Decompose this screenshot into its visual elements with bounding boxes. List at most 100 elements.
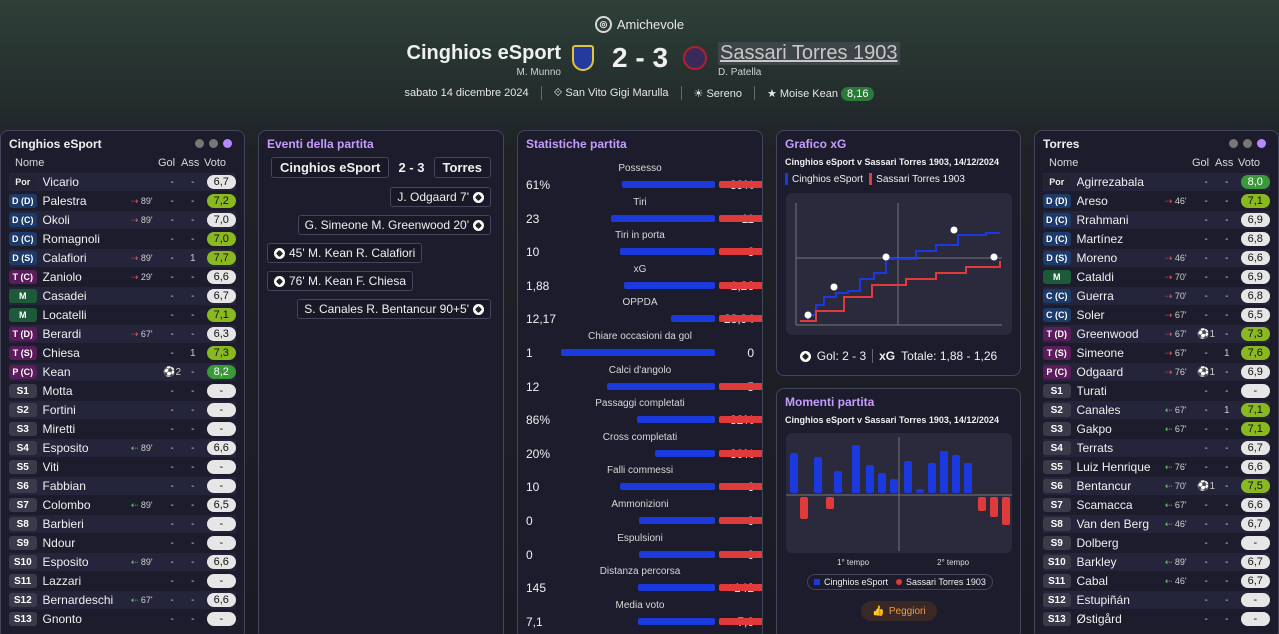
player-row[interactable]: T (S) Chiesa - 1 7,3 [9, 344, 236, 362]
player-row[interactable]: S13 Gnonto - - - [9, 610, 236, 628]
player-name[interactable]: Zaniolo [43, 270, 131, 284]
player-row[interactable]: D (C) Okoli ⇢ 89' - -7,0 [9, 211, 236, 229]
home-manager[interactable]: M. Munno [517, 67, 561, 78]
player-row[interactable]: M Cataldi ⇢ 70' - -6,9 [1043, 268, 1270, 286]
player-row[interactable]: D (D) Palestra ⇢ 89' - -7,2 [9, 192, 236, 210]
player-name[interactable]: Locatelli [43, 308, 131, 322]
player-row[interactable]: S1 Turati - - - [1043, 382, 1270, 400]
player-name[interactable]: Colombo [43, 498, 131, 512]
player-name[interactable]: Cabal [1077, 574, 1165, 588]
player-name[interactable]: Moreno [1077, 251, 1165, 265]
page-dot-active[interactable] [1257, 139, 1266, 148]
player-row[interactable]: C (C) Guerra ⇢ 70' - -6,8 [1043, 287, 1270, 305]
player-name[interactable]: Lazzari [43, 574, 131, 588]
player-name[interactable]: Guerra [1077, 289, 1165, 303]
peggiori-button[interactable]: 👍 Peggiori [861, 601, 937, 621]
player-row[interactable]: S13 Østigård - - - [1043, 610, 1270, 628]
player-name[interactable]: Esposito [43, 441, 131, 455]
player-row[interactable]: D (S) Moreno ⇢ 46' - -6,6 [1043, 249, 1270, 267]
home-team-name[interactable]: Cinghios eSport [407, 42, 561, 65]
player-row[interactable]: S8 Barbieri - - - [9, 515, 236, 533]
player-row[interactable]: D (C) Martínez - -6,8 [1043, 230, 1270, 248]
player-row[interactable]: S9 Ndour - - - [9, 534, 236, 552]
player-row[interactable]: S4 Terrats - -6,7 [1043, 439, 1270, 457]
player-name[interactable]: Cataldi [1077, 270, 1165, 284]
player-name[interactable]: Romagnoli [43, 232, 131, 246]
player-name[interactable]: Canales [1077, 403, 1165, 417]
player-row[interactable]: S12 Bernardeschi ⇠ 67' - -6,6 [9, 591, 236, 609]
player-row[interactable]: S10 Esposito ⇠ 89' - -6,6 [9, 553, 236, 571]
player-name[interactable]: Scamacca [1077, 498, 1165, 512]
player-name[interactable]: Gnonto [43, 612, 131, 626]
player-row[interactable]: D (S) Calafiori ⇢ 89' -1 7,7 [9, 249, 236, 267]
player-name[interactable]: Bernardeschi [43, 593, 131, 607]
player-name[interactable]: Ndour [43, 536, 131, 550]
player-name[interactable]: Greenwood [1077, 327, 1165, 341]
player-name[interactable]: Simeone [1077, 346, 1165, 360]
away-manager[interactable]: D. Patella [718, 67, 761, 78]
col-ass[interactable]: Ass [181, 157, 199, 169]
player-name[interactable]: Fortini [43, 403, 131, 417]
player-name[interactable]: Viti [43, 460, 131, 474]
player-row[interactable]: S11 Cabal ⇠ 46' - -6,7 [1043, 572, 1270, 590]
col-name[interactable]: Nome [15, 157, 44, 169]
player-name[interactable]: Barbieri [43, 517, 131, 531]
player-row[interactable]: P (C) Kean ⚽2-8,2 [9, 363, 236, 381]
event-item[interactable]: 76' M. Kean F. Chiesa [267, 271, 414, 291]
player-row[interactable]: S2 Canales ⇠ 67' -1 7,1 [1043, 401, 1270, 419]
player-row[interactable]: S8 Van den Berg ⇠ 46' - -6,7 [1043, 515, 1270, 533]
player-name[interactable]: Dolberg [1077, 536, 1165, 550]
player-name[interactable]: Okoli [43, 213, 131, 227]
player-row[interactable]: C (C) Soler ⇢ 67' - -6,5 [1043, 306, 1270, 324]
player-row[interactable]: S10 Barkley ⇠ 89' - -6,7 [1043, 553, 1270, 571]
col-gol[interactable]: Gol [1192, 157, 1209, 169]
event-item[interactable]: 45' M. Kean R. Calafiori [267, 243, 423, 263]
player-name[interactable]: Turati [1077, 384, 1165, 398]
page-dot-active[interactable] [223, 139, 232, 148]
player-name[interactable]: Berardi [43, 327, 131, 341]
player-name[interactable]: Vicario [43, 175, 131, 189]
player-row[interactable]: S6 Bentancur ⇠ 70' ⚽1-7,5 [1043, 477, 1270, 495]
player-row[interactable]: T (D) Greenwood ⇢ 67' ⚽1-7,3 [1043, 325, 1270, 343]
page-dot[interactable] [209, 139, 218, 148]
player-row[interactable]: S1 Motta - - - [9, 382, 236, 400]
page-dot[interactable] [1243, 139, 1252, 148]
player-name[interactable]: Agirrezabala [1077, 175, 1165, 189]
player-name[interactable]: Barkley [1077, 555, 1165, 569]
player-name[interactable]: Østigård [1077, 612, 1165, 626]
player-name[interactable]: Rrahmani [1077, 213, 1165, 227]
player-name[interactable]: Fabbian [43, 479, 131, 493]
player-name[interactable]: Bentancur [1077, 479, 1165, 493]
player-name[interactable]: Areso [1077, 194, 1165, 208]
player-name[interactable]: Soler [1077, 308, 1165, 322]
player-name[interactable]: Motta [43, 384, 131, 398]
player-name[interactable]: Martínez [1077, 232, 1165, 246]
player-row[interactable]: S11 Lazzari - - - [9, 572, 236, 590]
player-row[interactable]: S7 Scamacca ⇠ 67' - -6,6 [1043, 496, 1270, 514]
player-row[interactable]: P (C) Odgaard ⇢ 76' ⚽1-6,9 [1043, 363, 1270, 381]
player-name[interactable]: Calafiori [43, 251, 131, 265]
player-row[interactable]: T (D) Berardi ⇢ 67' - -6,3 [9, 325, 236, 343]
player-row[interactable]: S7 Colombo ⇠ 89' - -6,5 [9, 496, 236, 514]
player-name[interactable]: Esposito [43, 555, 131, 569]
player-row[interactable]: T (S) Simeone ⇢ 67' -1 7,6 [1043, 344, 1270, 362]
player-row[interactable]: S5 Viti - - - [9, 458, 236, 476]
player-row[interactable]: S5 Luiz Henrique ⇠ 76' - -6,6 [1043, 458, 1270, 476]
player-name[interactable]: Miretti [43, 422, 131, 436]
player-name[interactable]: Luiz Henrique [1077, 460, 1165, 474]
player-row[interactable]: D (C) Romagnoli - -7,0 [9, 230, 236, 248]
page-dot[interactable] [195, 139, 204, 148]
player-row[interactable]: S12 Estupiñán - - - [1043, 591, 1270, 609]
col-vote[interactable]: Voto [1238, 157, 1260, 169]
player-row[interactable]: M Locatelli - -7,1 [9, 306, 236, 324]
player-name[interactable]: Estupiñán [1077, 593, 1165, 607]
player-name[interactable]: Kean [43, 365, 131, 379]
player-name[interactable]: Terrats [1077, 441, 1165, 455]
event-item[interactable]: J. Odgaard 7' [390, 187, 491, 207]
player-row[interactable]: S3 Gakpo ⇠ 67' - -7,1 [1043, 420, 1270, 438]
player-name[interactable]: Van den Berg [1077, 517, 1165, 531]
player-name[interactable]: Odgaard [1077, 365, 1165, 379]
player-row[interactable]: S6 Fabbian - - - [9, 477, 236, 495]
away-team-name[interactable]: Sassari Torres 1903 [718, 42, 900, 65]
player-row[interactable]: S4 Esposito ⇠ 89' - -6,6 [9, 439, 236, 457]
